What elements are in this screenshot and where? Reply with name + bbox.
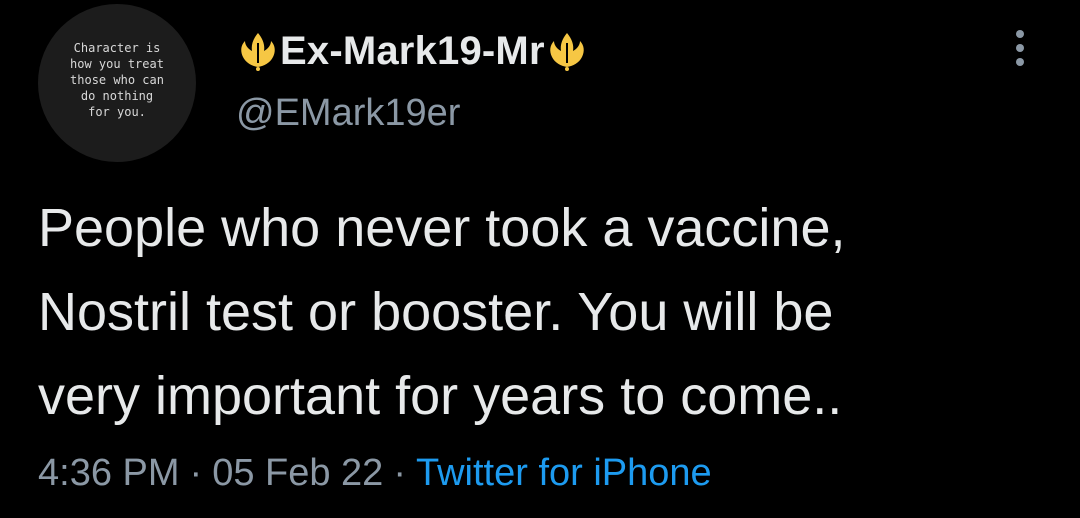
- author-display-name[interactable]: Ex-Mark19-Mr: [236, 26, 589, 76]
- tweet-text-line: People who never took a vaccine,: [38, 198, 846, 258]
- more-dot-icon: [1016, 58, 1024, 66]
- tweet-text-line: very important for years to come..: [38, 366, 843, 426]
- tweet-time[interactable]: 4:36 PM: [38, 452, 180, 494]
- more-dot-icon: [1016, 30, 1024, 38]
- more-options-button[interactable]: [1000, 22, 1040, 74]
- tweet-text-line: Nostril test or booster. You will be: [38, 282, 834, 342]
- tweet: Character is how you treat those who can…: [0, 0, 1080, 518]
- tweet-text: People who never took a vaccine, Nostril…: [38, 186, 1058, 438]
- tweet-meta: 4:36 PM · 05 Feb 22 · Twitter for iPhone: [38, 452, 712, 495]
- meta-separator: ·: [189, 452, 203, 494]
- more-dot-icon: [1016, 44, 1024, 52]
- avatar[interactable]: Character is how you treat those who can…: [38, 4, 196, 162]
- meta-separator: ·: [393, 452, 406, 494]
- avatar-text: Character is how you treat those who can…: [70, 41, 164, 119]
- tweet-source-link[interactable]: Twitter for iPhone: [416, 452, 712, 494]
- display-name-text: Ex-Mark19-Mr: [280, 28, 545, 73]
- tweet-date[interactable]: 05 Feb 22: [212, 452, 383, 494]
- rebel-alliance-icon: [236, 29, 280, 73]
- rebel-alliance-icon: [545, 29, 589, 73]
- author-handle[interactable]: @EMark19er: [236, 92, 460, 135]
